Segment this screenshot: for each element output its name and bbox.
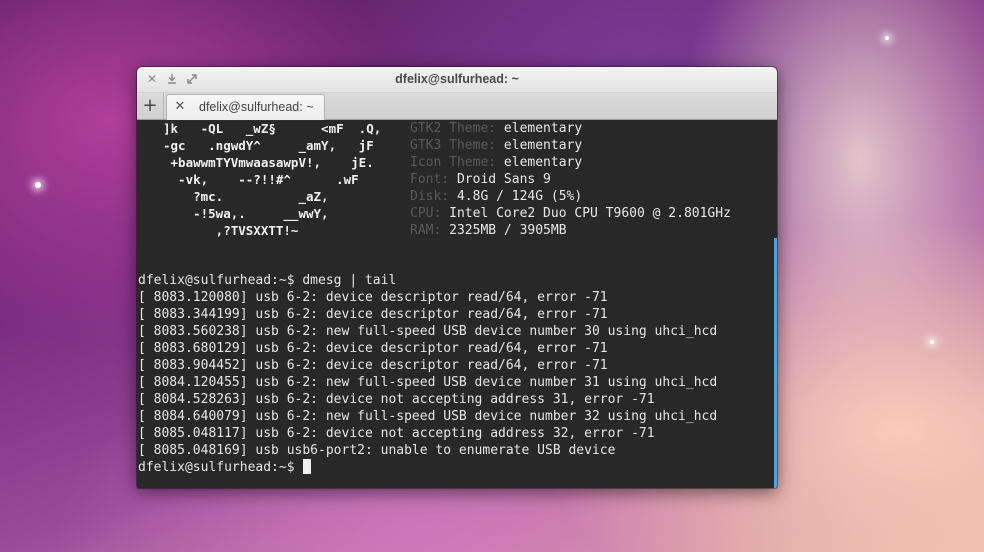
output-line: [ 8083.344199] usb 6-2: device descripto…	[138, 307, 608, 322]
sysinfo-row: Icon Theme: elementary	[410, 154, 582, 171]
prompt-text: dfelix@sulfurhead:~$	[138, 460, 303, 475]
sysinfo-row: Font: Droid Sans 9	[410, 171, 551, 188]
output-line: [ 8083.680129] usb 6-2: device descripto…	[138, 341, 608, 356]
wallpaper-star	[930, 340, 934, 344]
logo-line: -vk, --?!!#^ .wF	[163, 172, 359, 187]
add-tab-button[interactable]: +	[137, 93, 164, 119]
sysinfo-value: 2325MB / 3905MB	[449, 223, 567, 238]
sysinfo-value: Droid Sans 9	[456, 172, 551, 187]
logo-line: ,?TVSXXTT!~	[163, 223, 299, 238]
window-title: dfelix@sulfurhead: ~	[395, 72, 519, 86]
logo-line: +bawwmTYVmwaasawpV!, jE.	[163, 155, 374, 170]
terminal-view[interactable]: ]k -QL _wZ§ <mF .Q, -gc .ngwdY^ _amY, jF…	[137, 120, 777, 488]
sysinfo-value: elementary	[503, 138, 583, 153]
sysinfo-row: CPU: Intel Core2 Duo CPU T9600 @ 2.801GH…	[410, 205, 731, 222]
logo-line: -!5wa,. __wwY,	[163, 206, 329, 221]
sysinfo-row: RAM: 2325MB / 3905MB	[410, 222, 567, 239]
sysinfo-value: Intel Core2 Duo CPU T9600 @ 2.801GHz	[449, 206, 731, 221]
output-line: [ 8083.560238] usb 6-2: new full-speed U…	[138, 324, 718, 339]
sysinfo-key: Icon Theme:	[410, 155, 497, 170]
sysinfo-key: GTK2 Theme:	[410, 121, 497, 136]
tab-close-icon[interactable]: ✕	[173, 99, 187, 115]
output-line: [ 8083.904452] usb 6-2: device descripto…	[138, 358, 608, 373]
prompt-line[interactable]: dfelix@sulfurhead:~$	[138, 459, 312, 476]
output-line: [ 8085.048169] usb usb6-port2: unable to…	[138, 443, 616, 458]
output-line: [ 8085.048117] usb 6-2: device not accep…	[138, 426, 655, 441]
titlebar[interactable]: ✕ dfelix@sulfurhead: ~	[137, 67, 777, 93]
scrollbar-indicator[interactable]	[774, 238, 777, 488]
sysinfo-key: GTK3 Theme:	[410, 138, 497, 153]
output-line: [ 8083.120080] usb 6-2: device descripto…	[138, 290, 608, 305]
terminal-window: ✕ dfelix@sulfurhead: ~ + ✕ dfelix@sulfur…	[137, 67, 777, 488]
tab-label: dfelix@sulfurhead: ~	[199, 100, 314, 114]
sysinfo-row: GTK3 Theme: elementary	[410, 137, 582, 154]
sysinfo-key: Disk:	[410, 189, 450, 204]
sysinfo-row: Disk: 4.8G / 124G (5%)	[410, 188, 582, 205]
sysinfo-value: 4.8G / 124G (5%)	[456, 189, 583, 204]
output-line: [ 8084.120455] usb 6-2: new full-speed U…	[138, 375, 718, 390]
sysinfo-key: RAM:	[410, 223, 442, 238]
wallpaper-star	[885, 36, 889, 40]
logo-line: -gc .ngwdY^ _amY, jF	[163, 138, 374, 153]
logo-line: ?mc. _aZ,	[163, 189, 329, 204]
text-cursor	[303, 459, 312, 474]
output-line: [ 8084.528263] usb 6-2: device not accep…	[138, 392, 655, 407]
wallpaper-star	[35, 182, 41, 188]
logo-line: ]k -QL _wZ§ <mF .Q,	[163, 121, 382, 136]
command-line: dfelix@sulfurhead:~$ dmesg | tail	[138, 273, 397, 288]
tab-terminal[interactable]: ✕ dfelix@sulfurhead: ~	[166, 94, 325, 121]
sysinfo-row: GTK2 Theme: elementary	[410, 120, 582, 137]
sysinfo-value: elementary	[503, 121, 583, 136]
sysinfo-value: elementary	[503, 155, 583, 170]
sysinfo-key: CPU:	[410, 206, 442, 221]
tab-bar: + ✕ dfelix@sulfurhead: ~	[137, 93, 777, 121]
output-line: [ 8084.640079] usb 6-2: new full-speed U…	[138, 409, 718, 424]
sysinfo-key: Font:	[410, 172, 450, 187]
